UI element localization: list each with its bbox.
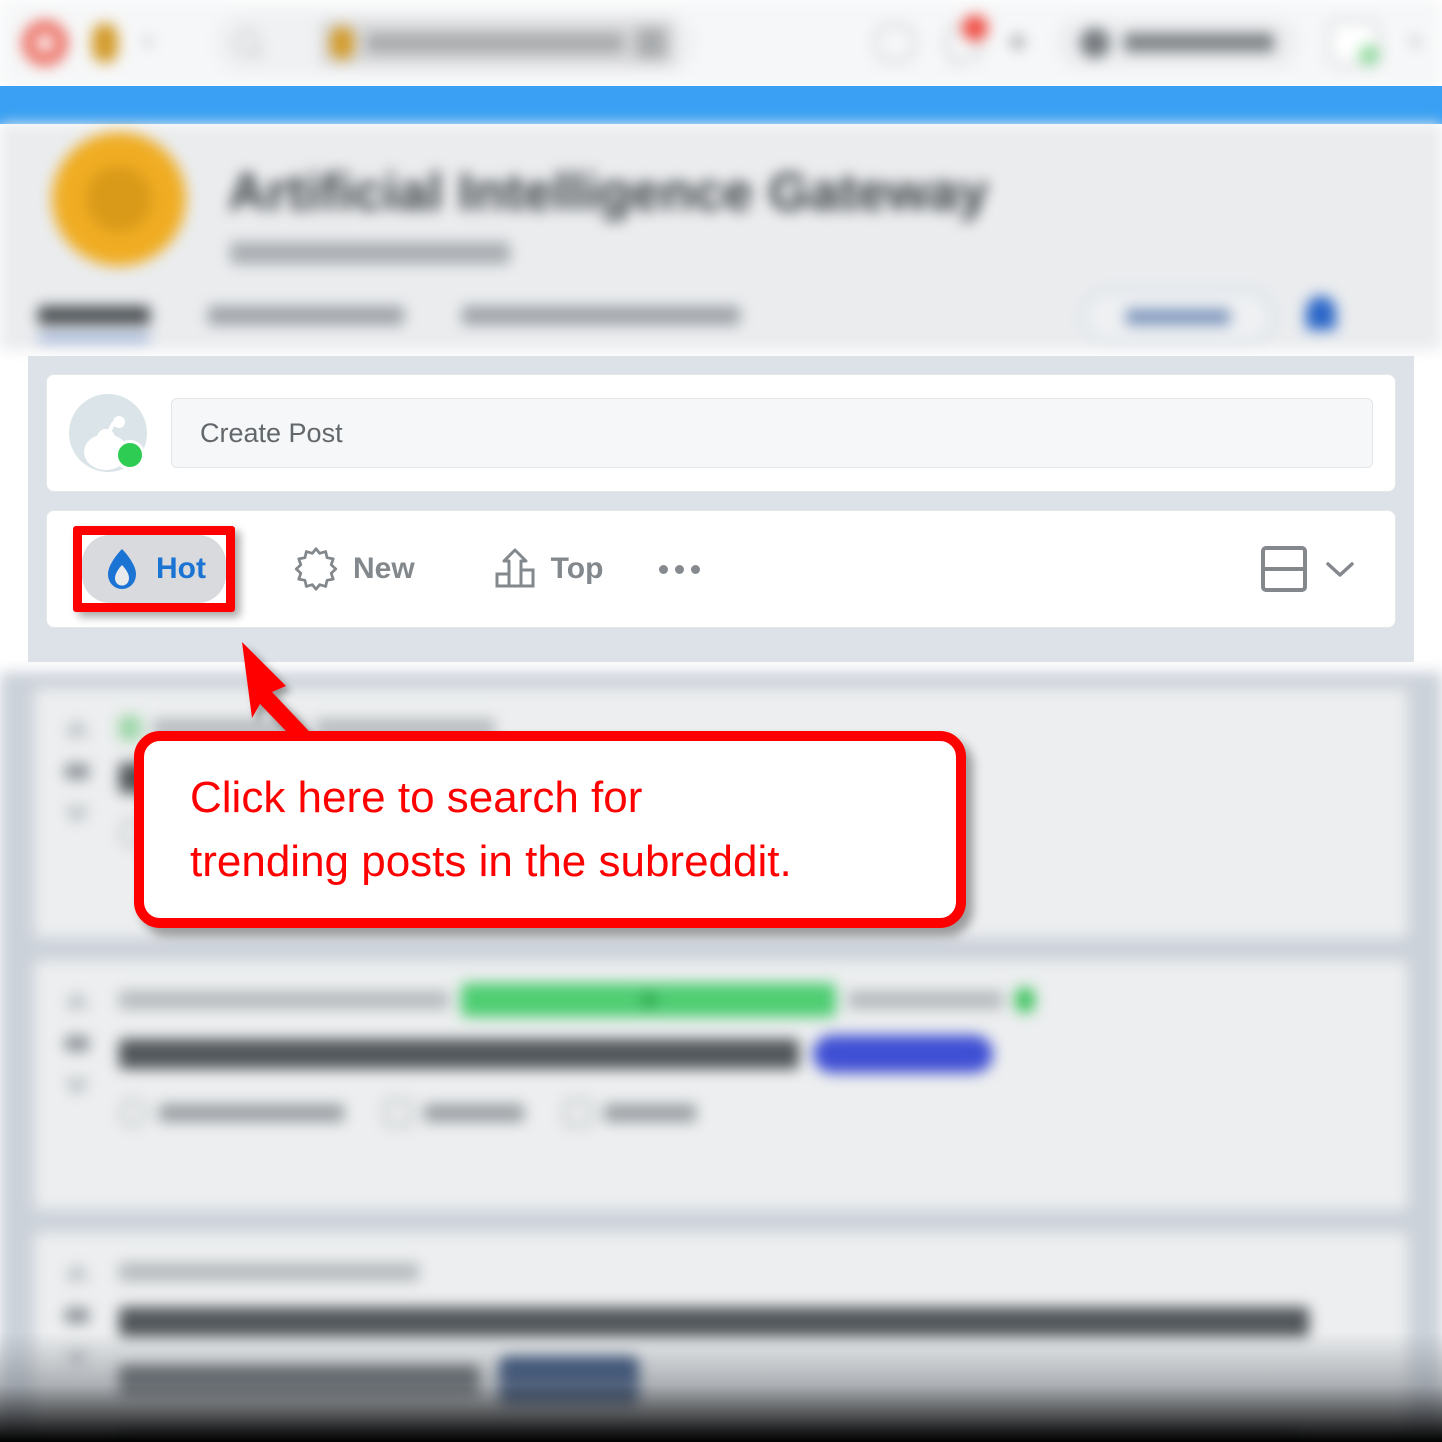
subreddit-banner [0, 86, 1442, 124]
tab-posts[interactable] [38, 306, 150, 341]
page-root: ▾ + ▾ Artificial Intelligence Gateway Cr… [0, 0, 1442, 1442]
focused-content-region: Create Post Hot New Top [28, 356, 1414, 662]
post-body [119, 1233, 1407, 1442]
search-input[interactable] [214, 13, 695, 72]
hot-highlight-box: Hot [73, 526, 235, 612]
search-clear-icon[interactable] [635, 27, 666, 58]
starburst-icon [294, 547, 338, 591]
tab-ai-content[interactable] [208, 306, 404, 341]
page-title: Artificial Intelligence Gateway [228, 163, 989, 222]
post-flair-badge [499, 1357, 639, 1405]
advertise-label [1124, 33, 1275, 52]
post-meta [119, 1259, 1387, 1285]
share-button[interactable] [564, 1099, 696, 1127]
award-button[interactable] [384, 1099, 524, 1127]
search-icon [233, 29, 260, 56]
downvote-icon[interactable] [64, 1351, 90, 1368]
vote-column [35, 961, 119, 1209]
callout-tooltip: Click here to search for trending posts … [134, 731, 966, 928]
post-preview-text [119, 1427, 1299, 1442]
join-button[interactable] [1082, 289, 1274, 345]
search-query-text [365, 32, 624, 53]
post-title[interactable] [119, 1035, 1387, 1073]
vote-count [65, 1308, 89, 1323]
upvote-icon[interactable] [64, 719, 90, 736]
sort-option-hot-label: Hot [156, 552, 206, 585]
vote-count [65, 1036, 89, 1051]
chevron-down-icon[interactable]: ▾ [1410, 31, 1420, 54]
callout-line-2: trending posts in the subreddit. [190, 836, 792, 886]
chevron-down-icon[interactable]: ▾ [144, 33, 153, 53]
create-post-input[interactable]: Create Post [171, 398, 1373, 468]
sort-option-new-label: New [352, 552, 415, 585]
subreddit-tabs [38, 306, 740, 341]
notification-badge [961, 14, 988, 41]
upvote-icon[interactable] [64, 1263, 90, 1280]
subreddit-handle [230, 242, 510, 264]
vote-column [35, 689, 119, 937]
card-view-icon [1261, 546, 1307, 592]
vote-count [65, 764, 89, 779]
chevron-down-icon [1326, 562, 1354, 577]
online-status-dot [115, 440, 145, 470]
subreddit-avatar-icon[interactable] [52, 132, 186, 266]
subreddit-header: Artificial Intelligence Gateway [0, 124, 1442, 350]
notifications-button[interactable] [939, 14, 988, 66]
downvote-icon[interactable] [64, 1079, 90, 1096]
table-row[interactable] [34, 1232, 1408, 1442]
ellipsis-icon [659, 564, 669, 574]
verified-icon [1015, 987, 1035, 1013]
post-body [119, 961, 1407, 1209]
create-post-card[interactable]: Create Post [46, 374, 1396, 492]
user-avatar[interactable] [1328, 19, 1381, 66]
sort-option-new[interactable]: New [273, 534, 435, 604]
view-mode-toggle[interactable] [1261, 546, 1369, 592]
status-badge [461, 983, 836, 1017]
ellipsis-icon [691, 564, 701, 574]
subreddit-avatar-icon[interactable] [92, 22, 118, 63]
pinned-icon [119, 716, 141, 740]
browser-top-nav: ▾ + ▾ [0, 0, 1442, 86]
sort-option-hot[interactable]: Hot [82, 535, 226, 603]
bell-icon[interactable] [1306, 296, 1336, 330]
reddit-logo-icon[interactable] [22, 19, 68, 66]
sort-bar: Hot New Top [46, 510, 1396, 628]
sort-option-top[interactable]: Top [473, 534, 624, 604]
callout-line-1: Click here to search for [190, 772, 643, 822]
post-title[interactable] [119, 1307, 1387, 1405]
advertise-button[interactable] [1056, 17, 1299, 68]
ellipsis-icon [675, 564, 685, 574]
sort-more-options-button[interactable] [639, 553, 720, 586]
nav-actions: + ▾ [874, 14, 1420, 68]
table-row[interactable] [34, 960, 1408, 1210]
plus-icon[interactable]: + [1009, 27, 1027, 58]
search-subreddit-icon [329, 25, 354, 60]
comments-button[interactable] [119, 1099, 344, 1127]
upvote-icon[interactable] [64, 991, 90, 1008]
downvote-icon[interactable] [64, 807, 90, 824]
flame-icon [108, 549, 136, 589]
post-meta [119, 983, 1387, 1017]
post-flair-badge [813, 1035, 993, 1073]
snoo-avatar-icon[interactable] [69, 394, 147, 472]
megaphone-icon [1080, 27, 1111, 58]
post-actions [119, 1099, 1387, 1127]
chat-icon[interactable] [874, 23, 915, 62]
podium-icon [495, 548, 535, 588]
vote-column [35, 1233, 119, 1442]
tab-education-learning[interactable] [462, 306, 740, 341]
sort-option-top-label: Top [550, 552, 604, 585]
